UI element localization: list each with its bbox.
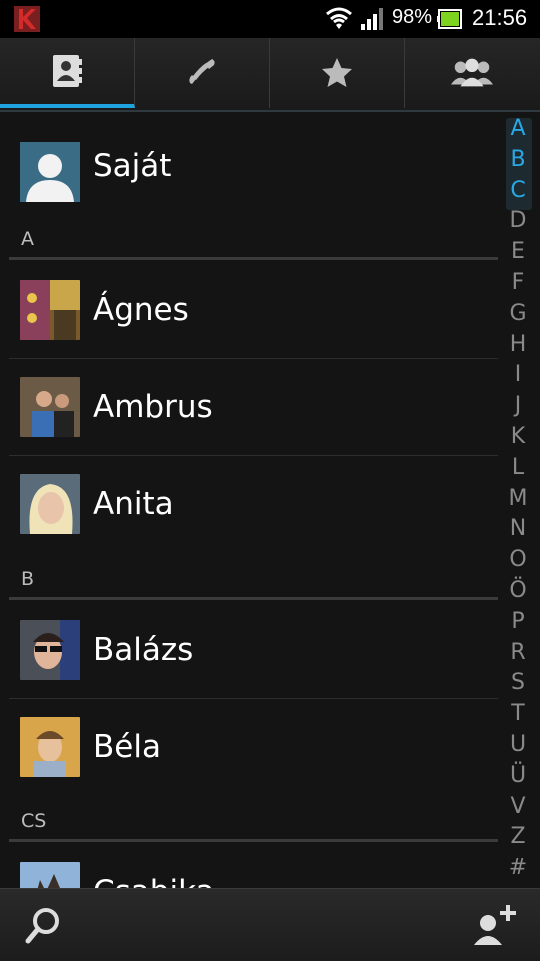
contact-name: Ágnes (93, 292, 189, 328)
index-letter[interactable]: Z (500, 824, 536, 849)
index-letter[interactable]: N (500, 516, 536, 541)
index-letter[interactable]: K (500, 424, 536, 449)
contact-row-csabika[interactable]: Csabika (0, 844, 498, 888)
own-profile-name: Saját (93, 148, 172, 184)
index-letter[interactable]: C (500, 178, 536, 203)
contact-avatar (20, 717, 80, 777)
contact-row-balazs[interactable]: Balázs (0, 602, 498, 698)
section-divider (9, 597, 498, 600)
contact-row-ambrus[interactable]: Ambrus (0, 359, 498, 455)
index-letter[interactable]: F (500, 270, 536, 295)
tab-phone[interactable] (135, 38, 270, 108)
bottom-bar (0, 888, 540, 961)
add-contact-icon[interactable] (470, 903, 518, 947)
section-divider (9, 839, 498, 842)
contact-name: Csabika (93, 874, 215, 888)
contact-avatar (20, 620, 80, 680)
tab-bar (0, 38, 540, 112)
index-letter[interactable]: G (500, 301, 536, 326)
index-letter[interactable]: H (500, 332, 536, 357)
contact-list[interactable]: Saját A Ágnes Ambrus Anita B Balázs Béla… (0, 112, 500, 888)
index-letter[interactable]: T (500, 701, 536, 726)
tab-groups[interactable] (405, 38, 539, 108)
tab-favorites[interactable] (270, 38, 405, 108)
contact-name: Anita (93, 486, 174, 522)
index-letter[interactable]: Ü (500, 763, 536, 788)
clock: 21:56 (472, 5, 528, 30)
index-letter[interactable]: R (500, 640, 536, 665)
contact-avatar (20, 377, 80, 437)
index-letter[interactable]: Ö (500, 578, 536, 603)
index-letter[interactable]: M (500, 486, 536, 511)
kaspersky-icon (14, 6, 40, 32)
contact-row-agnes[interactable]: Ágnes (0, 262, 498, 358)
index-letter[interactable]: B (500, 147, 536, 172)
contact-card-icon (53, 55, 82, 87)
index-letter[interactable]: E (500, 239, 536, 264)
signal-icon (361, 8, 383, 30)
section-header-a: A (21, 228, 34, 250)
search-icon[interactable] (24, 905, 64, 945)
wifi-icon (326, 7, 352, 29)
default-avatar-icon (20, 142, 80, 202)
index-letter[interactable]: S (500, 670, 536, 695)
section-header-b: B (21, 568, 35, 590)
contact-avatar (20, 280, 80, 340)
phone-icon (189, 59, 215, 84)
battery-percentage: 98% (392, 6, 433, 28)
status-bar: 98% 21:56 (0, 0, 540, 38)
index-letter[interactable]: U (500, 732, 536, 757)
contact-avatar (20, 862, 80, 888)
index-letter[interactable]: # (500, 855, 536, 880)
alphabet-index[interactable]: A B C D E F G H I J K L M N O Ö P R S T U Ü V Z # (500, 112, 538, 888)
index-letter[interactable]: A (500, 116, 536, 141)
contact-name: Béla (93, 729, 161, 765)
own-profile-row[interactable]: Saját (20, 142, 490, 206)
index-letter[interactable]: O (500, 547, 536, 572)
section-divider (9, 257, 498, 260)
contact-row-anita[interactable]: Anita (0, 456, 498, 552)
contact-name: Balázs (93, 632, 194, 668)
index-letter[interactable]: J (500, 393, 536, 418)
index-letter[interactable]: P (500, 609, 536, 634)
section-header-cs: CS (21, 810, 47, 832)
group-icon (450, 58, 494, 87)
contact-row-bela[interactable]: Béla (0, 699, 498, 795)
index-letter[interactable]: L (500, 455, 536, 480)
index-letter[interactable]: I (500, 362, 536, 387)
index-letter[interactable]: D (500, 208, 536, 233)
star-icon (322, 58, 352, 87)
battery-icon (437, 9, 462, 29)
index-letter[interactable]: V (500, 794, 536, 819)
contact-name: Ambrus (93, 389, 213, 425)
contact-avatar (20, 474, 80, 534)
tab-contacts[interactable] (0, 38, 135, 108)
